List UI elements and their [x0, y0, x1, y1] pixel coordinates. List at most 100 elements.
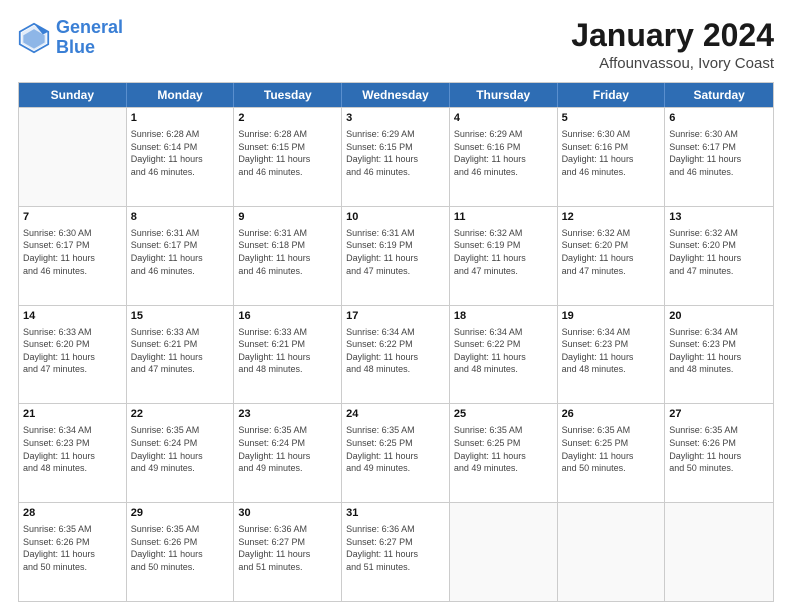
cal-cell: 5 Sunrise: 6:30 AMSunset: 6:16 PMDaylight…: [558, 108, 666, 206]
main-title: January 2024: [571, 18, 774, 53]
week-row-3: 14 Sunrise: 6:33 AMSunset: 6:20 PMDayligh…: [19, 305, 773, 404]
day-number: 26: [562, 407, 661, 422]
day-info: Sunrise: 6:32 AMSunset: 6:20 PMDaylight:…: [562, 227, 661, 277]
day-info: Sunrise: 6:31 AMSunset: 6:17 PMDaylight:…: [131, 227, 230, 277]
day-number: 22: [131, 407, 230, 422]
cal-cell: 14 Sunrise: 6:33 AMSunset: 6:20 PMDayligh…: [19, 306, 127, 404]
day-number: 15: [131, 309, 230, 324]
day-info: Sunrise: 6:35 AMSunset: 6:24 PMDaylight:…: [238, 424, 337, 474]
page: General Blue January 2024 Affounvassou, …: [0, 0, 792, 612]
cal-cell: 26Sunrise: 6:35 AMSunset: 6:25 PMDayligh…: [558, 404, 666, 502]
day-info: Sunrise: 6:35 AMSunset: 6:25 PMDaylight:…: [346, 424, 445, 474]
cal-cell: 18 Sunrise: 6:34 AMSunset: 6:22 PMDayligh…: [450, 306, 558, 404]
cal-cell: 30Sunrise: 6:36 AMSunset: 6:27 PMDayligh…: [234, 503, 342, 601]
day-info: Sunrise: 6:29 AMSunset: 6:16 PMDaylight:…: [454, 128, 553, 178]
cal-cell: 19Sunrise: 6:34 AMSunset: 6:23 PMDayligh…: [558, 306, 666, 404]
day-header-friday: Friday: [558, 83, 666, 107]
day-header-wednesday: Wednesday: [342, 83, 450, 107]
day-number: 16: [238, 309, 337, 324]
day-info: Sunrise: 6:35 AMSunset: 6:25 PMDaylight:…: [454, 424, 553, 474]
day-info: Sunrise: 6:36 AMSunset: 6:27 PMDaylight:…: [346, 523, 445, 573]
cal-cell: 16 Sunrise: 6:33 AMSunset: 6:21 PMDayligh…: [234, 306, 342, 404]
day-number: 12: [562, 210, 661, 225]
cal-cell: 11 Sunrise: 6:32 AMSunset: 6:19 PMDayligh…: [450, 207, 558, 305]
cal-cell: 21Sunrise: 6:34 AMSunset: 6:23 PMDayligh…: [19, 404, 127, 502]
cal-cell: 22Sunrise: 6:35 AMSunset: 6:24 PMDayligh…: [127, 404, 235, 502]
subtitle: Affounvassou, Ivory Coast: [571, 55, 774, 72]
cal-cell: 10 Sunrise: 6:31 AMSunset: 6:19 PMDayligh…: [342, 207, 450, 305]
logo-icon: [18, 22, 50, 54]
day-header-thursday: Thursday: [450, 83, 558, 107]
cal-cell: 12 Sunrise: 6:32 AMSunset: 6:20 PMDayligh…: [558, 207, 666, 305]
calendar-body: 1 Sunrise: 6:28 AMSunset: 6:14 PMDaylight…: [19, 107, 773, 601]
day-info: Sunrise: 6:35 AMSunset: 6:26 PMDaylight:…: [131, 523, 230, 573]
day-number: 3: [346, 111, 445, 126]
day-header-saturday: Saturday: [665, 83, 773, 107]
cal-cell: 4Sunrise: 6:29 AMSunset: 6:16 PMDaylight…: [450, 108, 558, 206]
day-info: Sunrise: 6:32 AMSunset: 6:20 PMDaylight:…: [669, 227, 769, 277]
day-info: Sunrise: 6:34 AMSunset: 6:22 PMDaylight:…: [346, 326, 445, 376]
cal-cell: 2 Sunrise: 6:28 AMSunset: 6:15 PMDaylight…: [234, 108, 342, 206]
day-number: 24: [346, 407, 445, 422]
week-row-5: 28 Sunrise: 6:35 AMSunset: 6:26 PMDayligh…: [19, 502, 773, 601]
day-number: 28: [23, 506, 122, 521]
day-info: Sunrise: 6:35 AMSunset: 6:26 PMDaylight:…: [669, 424, 769, 474]
day-info: Sunrise: 6:31 AMSunset: 6:18 PMDaylight:…: [238, 227, 337, 277]
day-info: Sunrise: 6:28 AMSunset: 6:15 PMDaylight:…: [238, 128, 337, 178]
day-number: 5: [562, 111, 661, 126]
day-info: Sunrise: 6:33 AMSunset: 6:20 PMDaylight:…: [23, 326, 122, 376]
day-number: 23: [238, 407, 337, 422]
logo-text: General Blue: [56, 18, 123, 58]
cal-cell: [19, 108, 127, 206]
day-info: Sunrise: 6:30 AMSunset: 6:17 PMDaylight:…: [669, 128, 769, 178]
cal-cell: 7Sunrise: 6:30 AMSunset: 6:17 PMDaylight…: [19, 207, 127, 305]
day-number: 14: [23, 309, 122, 324]
cal-cell: 29 Sunrise: 6:35 AMSunset: 6:26 PMDayligh…: [127, 503, 235, 601]
cal-cell: [665, 503, 773, 601]
day-info: Sunrise: 6:33 AMSunset: 6:21 PMDaylight:…: [131, 326, 230, 376]
day-number: 1: [131, 111, 230, 126]
day-info: Sunrise: 6:35 AMSunset: 6:26 PMDaylight:…: [23, 523, 122, 573]
day-number: 27: [669, 407, 769, 422]
week-row-4: 21Sunrise: 6:34 AMSunset: 6:23 PMDayligh…: [19, 403, 773, 502]
week-row-2: 7Sunrise: 6:30 AMSunset: 6:17 PMDaylight…: [19, 206, 773, 305]
day-info: Sunrise: 6:30 AMSunset: 6:16 PMDaylight:…: [562, 128, 661, 178]
day-number: 20: [669, 309, 769, 324]
day-info: Sunrise: 6:30 AMSunset: 6:17 PMDaylight:…: [23, 227, 122, 277]
day-number: 9: [238, 210, 337, 225]
day-number: 25: [454, 407, 553, 422]
title-block: January 2024 Affounvassou, Ivory Coast: [571, 18, 774, 72]
day-number: 6: [669, 111, 769, 126]
day-header-monday: Monday: [127, 83, 235, 107]
day-info: Sunrise: 6:31 AMSunset: 6:19 PMDaylight:…: [346, 227, 445, 277]
day-number: 18: [454, 309, 553, 324]
day-info: Sunrise: 6:34 AMSunset: 6:23 PMDaylight:…: [562, 326, 661, 376]
day-info: Sunrise: 6:34 AMSunset: 6:22 PMDaylight:…: [454, 326, 553, 376]
cal-cell: 31 Sunrise: 6:36 AMSunset: 6:27 PMDayligh…: [342, 503, 450, 601]
day-number: 30: [238, 506, 337, 521]
day-info: Sunrise: 6:34 AMSunset: 6:23 PMDaylight:…: [23, 424, 122, 474]
logo: General Blue: [18, 18, 123, 58]
day-number: 11: [454, 210, 553, 225]
header: General Blue January 2024 Affounvassou, …: [18, 18, 774, 72]
day-info: Sunrise: 6:28 AMSunset: 6:14 PMDaylight:…: [131, 128, 230, 178]
calendar-header: SundayMondayTuesdayWednesdayThursdayFrid…: [19, 83, 773, 107]
day-info: Sunrise: 6:33 AMSunset: 6:21 PMDaylight:…: [238, 326, 337, 376]
cal-cell: 8 Sunrise: 6:31 AMSunset: 6:17 PMDaylight…: [127, 207, 235, 305]
cal-cell: 20 Sunrise: 6:34 AMSunset: 6:23 PMDayligh…: [665, 306, 773, 404]
day-header-tuesday: Tuesday: [234, 83, 342, 107]
cal-cell: [450, 503, 558, 601]
cal-cell: 25 Sunrise: 6:35 AMSunset: 6:25 PMDayligh…: [450, 404, 558, 502]
day-number: 10: [346, 210, 445, 225]
day-number: 31: [346, 506, 445, 521]
day-number: 2: [238, 111, 337, 126]
cal-cell: 15 Sunrise: 6:33 AMSunset: 6:21 PMDayligh…: [127, 306, 235, 404]
cal-cell: 6 Sunrise: 6:30 AMSunset: 6:17 PMDaylight…: [665, 108, 773, 206]
day-info: Sunrise: 6:32 AMSunset: 6:19 PMDaylight:…: [454, 227, 553, 277]
day-info: Sunrise: 6:29 AMSunset: 6:15 PMDaylight:…: [346, 128, 445, 178]
day-number: 8: [131, 210, 230, 225]
day-number: 29: [131, 506, 230, 521]
cal-cell: 27 Sunrise: 6:35 AMSunset: 6:26 PMDayligh…: [665, 404, 773, 502]
day-number: 17: [346, 309, 445, 324]
day-info: Sunrise: 6:34 AMSunset: 6:23 PMDaylight:…: [669, 326, 769, 376]
